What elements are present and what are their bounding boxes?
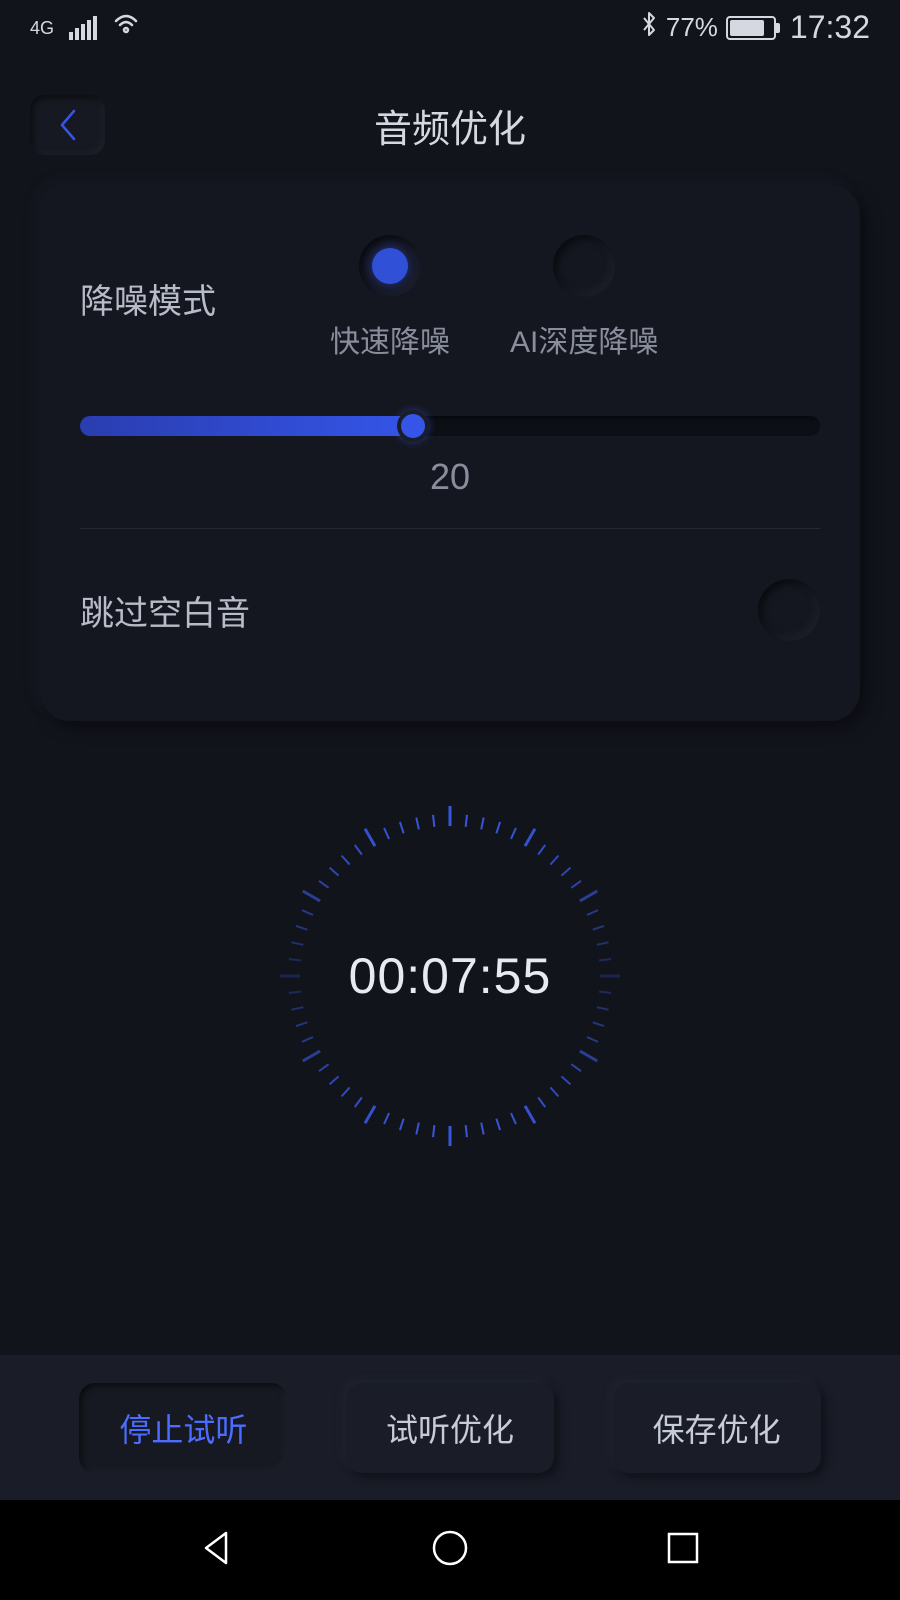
settings-card: 降噪模式 快速降噪 AI深度降噪 20 跳过空白音 — [40, 185, 860, 721]
status-bar: 4G 77% 17:32 — [0, 0, 900, 55]
signal-strength-icon — [69, 16, 97, 40]
bluetooth-icon — [640, 10, 658, 45]
header: 音频优化 — [0, 55, 900, 185]
slider-fill — [80, 416, 413, 436]
skip-silence-label: 跳过空白音 — [80, 586, 250, 635]
noise-mode-row: 降噪模式 快速降噪 AI深度降噪 — [80, 235, 820, 361]
timer-section: 00:07:55 — [0, 761, 900, 1156]
timer-ticks-icon — [270, 796, 630, 1156]
noise-intensity-slider[interactable] — [80, 416, 820, 436]
radio-fast-label: 快速降噪 — [330, 317, 450, 361]
save-optimize-button[interactable]: 保存优化 — [613, 1383, 821, 1473]
noise-mode-label: 降噪模式 — [80, 274, 230, 323]
nav-recent-button[interactable] — [662, 1527, 704, 1574]
battery-percent: 77% — [666, 12, 718, 43]
skip-silence-toggle[interactable] — [758, 579, 820, 641]
divider — [80, 528, 820, 529]
radio-indicator-selected — [359, 235, 421, 297]
radio-ai-deep-noise[interactable]: AI深度降噪 — [510, 235, 658, 361]
noise-slider-section: 20 — [80, 416, 820, 498]
radio-ai-label: AI深度降噪 — [510, 317, 658, 361]
network-tech-label: 4G — [30, 19, 54, 37]
radio-fast-noise[interactable]: 快速降噪 — [330, 235, 450, 361]
android-nav-bar — [0, 1500, 900, 1600]
skip-silence-row: 跳过空白音 — [80, 579, 820, 661]
clock-time: 17:32 — [790, 9, 870, 46]
chevron-left-icon — [56, 107, 80, 143]
bottom-action-bar: 停止试听 试听优化 保存优化 — [0, 1355, 900, 1500]
stop-preview-button[interactable]: 停止试听 — [79, 1383, 287, 1473]
nav-home-button[interactable] — [429, 1527, 471, 1574]
preview-optimize-button[interactable]: 试听优化 — [346, 1383, 554, 1473]
timer-dial: 00:07:55 — [270, 796, 630, 1156]
slider-thumb[interactable] — [397, 410, 429, 442]
radio-indicator — [553, 235, 615, 297]
back-button[interactable] — [30, 95, 105, 155]
page-title: 音频优化 — [374, 98, 526, 153]
battery-icon — [726, 16, 776, 40]
slider-value: 20 — [80, 456, 820, 498]
wifi-icon — [112, 13, 140, 42]
nav-back-button[interactable] — [196, 1527, 238, 1574]
